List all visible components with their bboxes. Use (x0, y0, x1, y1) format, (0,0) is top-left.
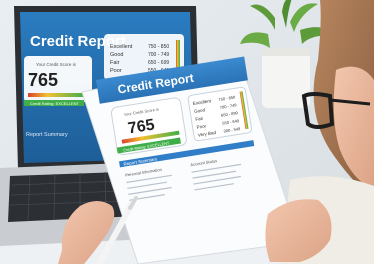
photo-frame: Credit Report Your Credit Score is 765 C… (0, 0, 374, 264)
screen-legend-fair: Fair (110, 60, 120, 66)
screen-gauge-label: Your Credit Score is (36, 62, 77, 67)
screen-gauge-bar (28, 93, 84, 97)
screen-legend-good-range: 700 - 749 (148, 52, 169, 58)
screen-legend-excellent-range: 750 - 850 (148, 44, 169, 50)
screen-legend-poor: Poor (110, 68, 122, 74)
screen-legend-excellent: Excellent (110, 44, 133, 50)
credit-report-photo: Credit Report Your Credit Score is 765 C… (0, 0, 374, 264)
screen-score: 765 (28, 70, 58, 90)
screen-legend-fair-range: 650 - 699 (148, 60, 169, 66)
screen-summary-label: Report Summary (26, 132, 68, 138)
screen-legend-good: Good (110, 52, 123, 58)
screen-rating-label: Credit Rating: EXCELLENT (30, 101, 79, 106)
